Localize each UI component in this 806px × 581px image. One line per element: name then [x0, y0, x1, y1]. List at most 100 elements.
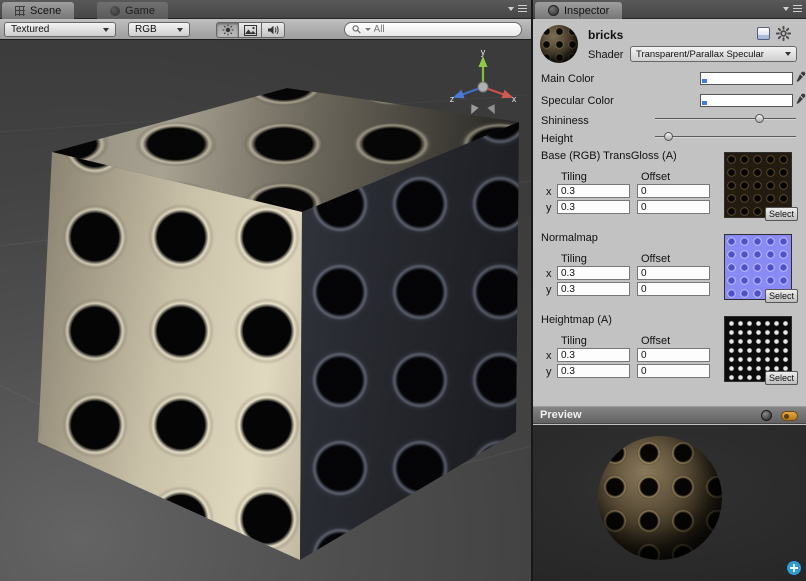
section-title: Base (RGB) TransGloss (A): [541, 150, 677, 162]
scene-search[interactable]: [344, 22, 522, 37]
material-sphere-icon: [540, 25, 578, 63]
x-axis-label: x: [512, 94, 517, 104]
offset-y-input[interactable]: [637, 364, 710, 378]
draw-mode-dropdown[interactable]: Textured: [4, 22, 116, 37]
tiling-x-input[interactable]: [557, 348, 630, 362]
x-row-label: x: [546, 268, 552, 280]
color-mode-dropdown[interactable]: RGB: [128, 22, 190, 37]
speaker-icon: [267, 24, 280, 36]
search-icon: [352, 24, 362, 35]
offset-y-input[interactable]: [637, 282, 710, 296]
tiling-y-input[interactable]: [557, 364, 630, 378]
material-preview-sphere: [598, 436, 722, 560]
preview-title: Preview: [540, 409, 582, 421]
z-axis-label: z: [450, 94, 455, 104]
chevron-down-icon: [783, 7, 789, 11]
draw-mode-value: Textured: [11, 24, 49, 35]
offset-header: Offset: [641, 335, 670, 347]
slider-thumb[interactable]: [755, 114, 764, 123]
search-input[interactable]: [374, 24, 514, 35]
select-texture-button[interactable]: Select: [765, 371, 798, 385]
game-icon: [110, 6, 120, 16]
scene-grid-icon: [15, 6, 25, 16]
texture-section-heightmap: Heightmap (A) Tiling Offset x y Select: [533, 314, 806, 396]
lighting-toggle[interactable]: [216, 22, 239, 38]
section-title: Normalmap: [541, 232, 598, 244]
slider-thumb[interactable]: [664, 132, 673, 141]
offset-x-input[interactable]: [637, 348, 710, 362]
main-color-field[interactable]: [700, 72, 793, 85]
preview-light-toggle-icon[interactable]: [781, 411, 798, 421]
shininess-slider[interactable]: [655, 112, 796, 125]
preview-area[interactable]: [533, 425, 806, 581]
scene-panel-menu[interactable]: [508, 5, 527, 12]
inspector-panel-menu[interactable]: [783, 5, 802, 12]
color-mode-value: RGB: [135, 24, 157, 35]
y-row-label: y: [546, 366, 552, 378]
image-icon: [244, 25, 257, 36]
gizmo-center-cube[interactable]: [478, 82, 488, 92]
tiling-x-input[interactable]: [557, 266, 630, 280]
offset-x-input[interactable]: [637, 184, 710, 198]
gear-icon[interactable]: [776, 26, 791, 41]
shader-dropdown[interactable]: Transparent/Parallax Specular: [630, 46, 797, 62]
scene-tabstrip: Scene Game: [0, 0, 531, 19]
inspector-icon: [548, 5, 559, 16]
search-filter-chevron-icon[interactable]: [365, 28, 371, 31]
plus-icon[interactable]: [787, 561, 801, 575]
eyedropper-icon[interactable]: [796, 93, 806, 107]
tab-inspector[interactable]: Inspector: [535, 2, 622, 19]
slider-track: [655, 136, 796, 137]
hamburger-icon: [793, 5, 802, 12]
offset-y-input[interactable]: [637, 200, 710, 214]
tiling-x-input[interactable]: [557, 184, 630, 198]
select-texture-button[interactable]: Select: [765, 289, 798, 303]
y-row-label: y: [546, 284, 552, 296]
tiling-header: Tiling: [561, 335, 587, 347]
scene-viewport[interactable]: y x z: [0, 40, 531, 581]
tab-scene-label: Scene: [30, 5, 61, 17]
height-label: Height: [541, 133, 573, 145]
scene-pane: Scene Game Textured RGB: [0, 0, 531, 581]
inspector-tabstrip: Inspector: [533, 0, 806, 19]
preview-sphere-icon[interactable]: [761, 410, 772, 421]
tab-game-label: Game: [125, 5, 155, 17]
eyedropper-icon[interactable]: [796, 71, 806, 85]
neg-axis-cone[interactable]: [487, 104, 498, 116]
tab-game[interactable]: Game: [97, 2, 168, 19]
texture-section-base: Base (RGB) TransGloss (A) Tiling Offset …: [533, 150, 806, 232]
tiling-y-input[interactable]: [557, 200, 630, 214]
x-row-label: x: [546, 186, 552, 198]
help-doc-icon[interactable]: [757, 27, 770, 40]
texture-section-normalmap: Normalmap Tiling Offset x y Select: [533, 232, 806, 314]
audio-toggle[interactable]: [262, 22, 285, 38]
chevron-down-icon: [508, 7, 514, 11]
x-row-label: x: [546, 350, 552, 362]
chevron-down-icon: [177, 28, 183, 32]
material-name: bricks: [588, 28, 623, 42]
y-axis-cone[interactable]: [479, 56, 488, 67]
y-axis-label: y: [481, 47, 486, 57]
neg-axis-cone[interactable]: [468, 104, 479, 116]
view-toggles: [216, 22, 285, 38]
height-slider[interactable]: [655, 130, 796, 143]
skybox-toggle[interactable]: [239, 22, 262, 38]
sun-icon: [222, 24, 234, 36]
hamburger-icon: [518, 5, 527, 12]
offset-x-input[interactable]: [637, 266, 710, 280]
orientation-gizmo[interactable]: y x z: [446, 46, 520, 122]
main-color-label: Main Color: [541, 73, 594, 85]
tab-inspector-label: Inspector: [564, 5, 609, 17]
tiling-header: Tiling: [561, 171, 587, 183]
scene-toolbar: Textured RGB: [0, 19, 531, 40]
offset-header: Offset: [641, 253, 670, 265]
specular-color-label: Specular Color: [541, 95, 614, 107]
tab-scene[interactable]: Scene: [2, 2, 74, 19]
shininess-label: Shininess: [541, 115, 589, 127]
specular-color-field[interactable]: [700, 94, 793, 107]
tiling-header: Tiling: [561, 253, 587, 265]
slider-track: [655, 118, 796, 119]
select-texture-button[interactable]: Select: [765, 207, 798, 221]
tiling-y-input[interactable]: [557, 282, 630, 296]
chevron-down-icon: [785, 52, 791, 56]
